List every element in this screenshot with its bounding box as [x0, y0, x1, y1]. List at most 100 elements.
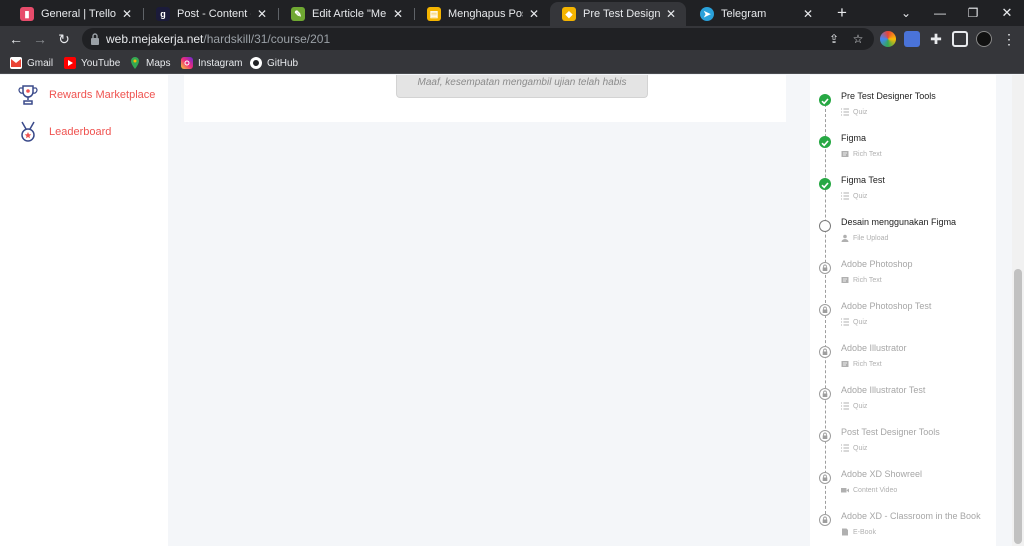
- tab-pre-test[interactable]: ◆ Pre Test Designer Tools ✕: [550, 2, 686, 26]
- forward-icon[interactable]: →: [30, 29, 50, 49]
- lesson-type-label: Rich Text: [853, 276, 882, 284]
- bookmark-gmail[interactable]: Gmail: [10, 56, 53, 70]
- lesson-item[interactable]: Figma Rich Text: [818, 133, 994, 167]
- lesson-type: Rich Text: [841, 275, 882, 285]
- tab-title: Telegram: [721, 8, 767, 20]
- bookmark-maps[interactable]: Maps: [129, 56, 170, 70]
- browser-toolbar: ← → ↻ web.mejakerja.net/hardskill/31/cou…: [0, 26, 1024, 52]
- lesson-item: Post Test Designer Tools Quiz: [818, 427, 994, 461]
- lock-icon: [819, 388, 831, 400]
- list-icon: [841, 108, 849, 116]
- back-icon[interactable]: ←: [6, 29, 26, 49]
- lock-icon: [819, 430, 831, 442]
- ebook-icon: [842, 528, 848, 536]
- side-panel-icon[interactable]: [952, 31, 968, 47]
- lock-icon: [819, 346, 831, 358]
- close-icon[interactable]: ✕: [664, 7, 678, 21]
- lesson-type-label: Quiz: [853, 192, 868, 200]
- github-icon: [250, 57, 262, 69]
- lesson-title[interactable]: Figma Test: [841, 175, 885, 185]
- sidebar-item-rewards-marketplace[interactable]: Rewards Marketplace: [18, 83, 168, 107]
- lesson-type: E-Book: [841, 527, 876, 537]
- bookmark-label: YouTube: [81, 57, 121, 69]
- puzzle-extensions-icon[interactable]: ✚: [926, 29, 946, 49]
- extension-icon[interactable]: [904, 31, 920, 47]
- trello-icon: ▮: [20, 7, 34, 21]
- lesson-title[interactable]: Pre Test Designer Tools: [841, 91, 936, 101]
- bookmark-label: Maps: [146, 57, 171, 69]
- lesson-type: Rich Text: [841, 149, 882, 159]
- mejakerja-icon: ◆: [562, 7, 576, 21]
- window-close-icon[interactable]: ✕: [997, 3, 1017, 23]
- tab-title: Menghapus Postingan: [448, 8, 523, 20]
- close-icon[interactable]: ✕: [391, 7, 405, 21]
- text-icon: [841, 151, 849, 157]
- lock-icon: [91, 33, 99, 45]
- close-icon[interactable]: ✕: [120, 7, 134, 21]
- page-scrollbar-thumb[interactable]: [1014, 269, 1022, 544]
- bookmark-github[interactable]: GitHub: [250, 56, 298, 70]
- youtube-icon: [64, 57, 76, 69]
- new-tab-button[interactable]: +: [832, 3, 852, 23]
- close-icon[interactable]: ✕: [801, 7, 815, 21]
- exam-unavailable-button[interactable]: Maaf, kesempatan mengambil ujian telah h…: [396, 75, 648, 98]
- edit-icon: ✎: [291, 7, 305, 21]
- lesson-type: Content Video: [841, 485, 897, 495]
- share-icon[interactable]: ⇪: [826, 31, 842, 47]
- check-circle-icon: [819, 94, 831, 106]
- lesson-type: Quiz: [841, 107, 867, 117]
- tab-menghapus[interactable]: ▤ Menghapus Postingan ✕: [415, 2, 549, 26]
- maps-icon: [129, 57, 141, 69]
- bookmark-label: Instagram: [198, 57, 243, 69]
- tab-trello[interactable]: ▮ General | Trello ✕: [8, 2, 142, 26]
- menu-kebab-icon[interactable]: ⋮: [999, 29, 1019, 49]
- lesson-item[interactable]: Figma Test Quiz: [818, 175, 994, 209]
- lesson-item[interactable]: Pre Test Designer Tools Quiz: [818, 91, 994, 125]
- reload-icon[interactable]: ↻: [54, 29, 74, 49]
- left-sidebar: Rewards Marketplace Leaderboard: [0, 75, 168, 546]
- lesson-title: Post Test Designer Tools: [841, 427, 940, 437]
- text-icon: [841, 277, 849, 283]
- medal-icon: [21, 121, 35, 142]
- lesson-title[interactable]: Desain menggunakan Figma: [841, 217, 956, 227]
- tab-edit-article[interactable]: ✎ Edit Article "Menu dan ✕: [279, 2, 413, 26]
- bookmark-youtube[interactable]: YouTube: [64, 56, 120, 70]
- tab-telegram[interactable]: ➤ Telegram ✕: [688, 2, 823, 26]
- lesson-title: Adobe Photoshop Test: [841, 301, 932, 311]
- close-icon[interactable]: ✕: [255, 7, 269, 21]
- list-icon: [841, 318, 849, 326]
- lesson-type: Rich Text: [841, 359, 882, 369]
- lock-icon: [819, 304, 831, 316]
- bookmarks-bar: Gmail YouTube Maps Instagram GitHub: [0, 52, 1024, 74]
- bookmark-label: GitHub: [267, 57, 299, 69]
- lesson-title: Adobe XD Showreel: [841, 469, 923, 479]
- tab-graphcms[interactable]: g Post - Content - Graph ✕: [144, 2, 277, 26]
- tab-title: Post - Content - Graph: [177, 8, 251, 20]
- upload-icon: [841, 234, 849, 242]
- telegram-icon: ➤: [700, 7, 714, 21]
- lesson-title[interactable]: Figma: [841, 133, 866, 143]
- lesson-item[interactable]: Desain menggunakan Figma File Upload: [818, 217, 994, 251]
- tab-strip: ▮ General | Trello ✕ g Post - Content - …: [0, 0, 1024, 26]
- pending-circle-icon: [819, 220, 831, 232]
- address-bar[interactable]: web.mejakerja.net/hardskill/31/course/20…: [82, 28, 874, 50]
- lesson-item: Adobe Illustrator Test Quiz: [818, 385, 994, 419]
- lesson-title: Adobe XD - Classroom in the Book: [841, 511, 981, 521]
- lock-icon: [819, 472, 831, 484]
- tab-title: Edit Article "Menu dan: [312, 8, 387, 20]
- bookmark-instagram[interactable]: Instagram: [181, 56, 242, 70]
- color-extension-icon[interactable]: [880, 31, 896, 47]
- minimize-icon[interactable]: —: [930, 3, 950, 23]
- sidebar-item-label: Rewards Marketplace: [49, 89, 156, 101]
- profile-avatar[interactable]: [976, 31, 992, 47]
- close-icon[interactable]: ✕: [527, 7, 541, 21]
- sidebar-item-leaderboard[interactable]: Leaderboard: [18, 120, 168, 144]
- list-icon: [841, 192, 849, 200]
- lesson-type: File Upload: [841, 233, 888, 243]
- lesson-type-label: Rich Text: [853, 360, 882, 368]
- text-icon: [841, 361, 849, 367]
- restore-icon[interactable]: ❐: [963, 3, 983, 23]
- tab-search-icon[interactable]: ⌄: [896, 3, 916, 23]
- bookmark-star-icon[interactable]: ☆: [850, 31, 866, 47]
- lesson-type-label: Quiz: [853, 108, 868, 116]
